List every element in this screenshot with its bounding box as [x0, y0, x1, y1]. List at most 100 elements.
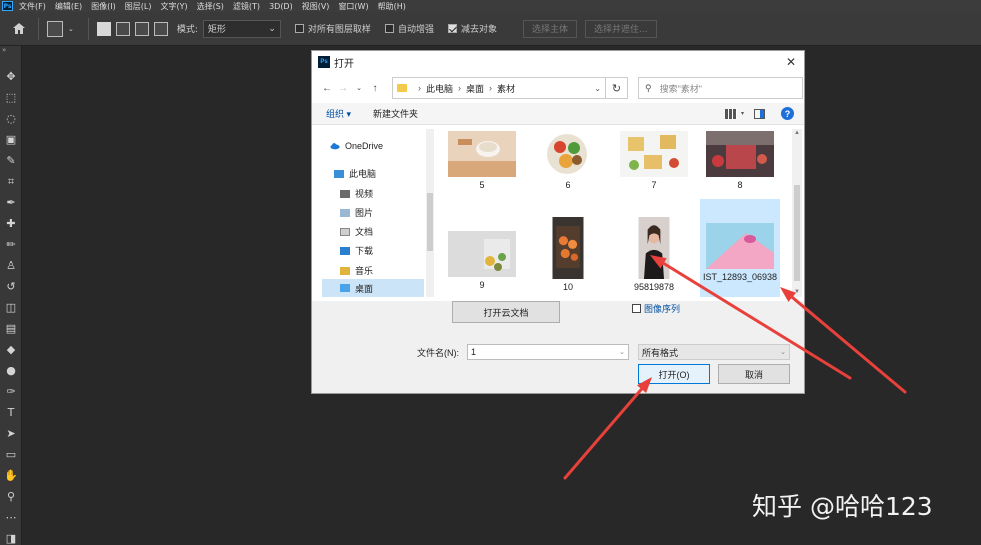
- file-tile-5[interactable]: 5: [442, 129, 522, 207]
- nav-downloads[interactable]: 下载: [340, 244, 373, 257]
- breadcrumb-material[interactable]: 素材: [497, 82, 515, 95]
- subtract-selection-icon[interactable]: [134, 21, 149, 36]
- open-cloud-document-button[interactable]: 打开云文档: [452, 301, 560, 323]
- scroll-thumb[interactable]: [427, 193, 433, 251]
- search-input[interactable]: ⚲ 搜索"素材": [638, 77, 803, 99]
- menu-filter[interactable]: 滤镜(T): [233, 1, 260, 12]
- file-tile-7[interactable]: 7: [614, 129, 694, 207]
- breadcrumb-desktop[interactable]: 桌面: [466, 82, 484, 95]
- menu-view[interactable]: 视图(V): [302, 1, 330, 12]
- home-icon[interactable]: [8, 18, 30, 40]
- chevron-down-icon[interactable]: ⌄: [68, 25, 74, 33]
- nav-this-pc[interactable]: 此电脑: [334, 167, 376, 180]
- file-tile-ist-12893-06938[interactable]: IST_12893_06938: [700, 199, 780, 297]
- menu-help[interactable]: 帮助(H): [378, 1, 406, 12]
- toolbar-collapse-icon[interactable]: »: [2, 46, 6, 54]
- color-swatches-icon[interactable]: ◨: [3, 530, 19, 545]
- menu-type[interactable]: 文字(Y): [160, 1, 187, 12]
- quick-selection-tool-icon[interactable]: ✎: [3, 152, 19, 168]
- new-selection-icon[interactable]: [96, 21, 111, 36]
- blur-tool-glyph: ◆: [6, 342, 16, 356]
- image-sequence-checkbox[interactable]: [632, 304, 641, 313]
- menu-image[interactable]: 图像(I): [91, 1, 116, 12]
- file-tile-9[interactable]: 9: [442, 215, 522, 293]
- up-arrow-icon[interactable]: ↑: [368, 83, 382, 94]
- file-tile-95819878[interactable]: 95819878: [614, 215, 694, 293]
- marquee-tool-icon[interactable]: ⬚: [3, 89, 19, 105]
- path-selection-tool-glyph: ➤: [6, 426, 16, 440]
- path-selection-tool-icon[interactable]: ➤: [3, 425, 19, 441]
- close-icon[interactable]: ✕: [786, 55, 796, 69]
- add-selection-icon[interactable]: [115, 21, 130, 36]
- hand-tool-icon[interactable]: ✋: [3, 467, 19, 483]
- organize-menu[interactable]: 组织 ▾: [326, 107, 351, 120]
- menu-edit[interactable]: 编辑(E): [55, 1, 82, 12]
- eyedropper-tool-icon[interactable]: ✒: [3, 194, 19, 210]
- dodge-tool-icon[interactable]: ●: [3, 362, 19, 378]
- breadcrumb-this-pc[interactable]: 此电脑: [426, 82, 453, 95]
- lasso-tool-icon[interactable]: ◌: [3, 110, 19, 126]
- menu-file[interactable]: 文件(F): [19, 1, 46, 12]
- clone-stamp-tool-icon[interactable]: ♙: [3, 257, 19, 273]
- file-tile-6[interactable]: 6: [528, 129, 608, 207]
- brush-tool-icon[interactable]: ✏: [3, 236, 19, 252]
- refresh-icon[interactable]: ↻: [606, 77, 628, 99]
- nav-documents[interactable]: 文档: [340, 225, 373, 238]
- type-tool-icon[interactable]: T: [3, 404, 19, 420]
- address-bar[interactable]: › 此电脑 › 桌面 › 素材 ⌄: [392, 77, 606, 99]
- mode-select[interactable]: 矩形 ⌄: [202, 19, 281, 38]
- history-brush-tool-icon[interactable]: ↺: [3, 278, 19, 294]
- nav-pictures[interactable]: 图片: [340, 206, 373, 219]
- file-list-scrollbar[interactable]: ▲ ▼: [792, 129, 802, 297]
- image-sequence-option[interactable]: 图像序列: [632, 302, 680, 315]
- scroll-up-icon[interactable]: ▲: [794, 130, 800, 136]
- chevron-down-icon[interactable]: ⌄: [594, 84, 601, 93]
- back-arrow-icon[interactable]: ←: [320, 83, 334, 94]
- view-options-icon[interactable]: [724, 108, 737, 119]
- new-folder-button[interactable]: 新建文件夹: [373, 107, 418, 120]
- healing-brush-tool-icon[interactable]: ✚: [3, 215, 19, 231]
- zoom-tool-icon[interactable]: ⚲: [3, 488, 19, 504]
- file-tile-10[interactable]: 10: [528, 215, 608, 293]
- nav-desktop[interactable]: 桌面: [322, 279, 424, 297]
- zoom-tool-glyph: ⚲: [6, 489, 16, 503]
- menu-3d[interactable]: 3D(D): [269, 2, 293, 11]
- file-type-select[interactable]: 所有格式 ⌄: [638, 344, 790, 360]
- forward-arrow-icon[interactable]: →: [336, 83, 350, 94]
- move-tool-icon[interactable]: ✥: [3, 68, 19, 84]
- crop-tool-icon[interactable]: ⌗: [3, 173, 19, 189]
- sample-all-layers-checkbox[interactable]: [294, 24, 304, 33]
- scroll-thumb[interactable]: [794, 185, 800, 281]
- filename-field[interactable]: 1 ⌄: [467, 344, 629, 360]
- select-and-mask-button[interactable]: 选择并遮住...: [584, 19, 657, 38]
- gradient-tool-icon[interactable]: ▤: [3, 320, 19, 336]
- scroll-down-icon[interactable]: ▼: [794, 289, 800, 295]
- more-tools-icon[interactable]: ⋯: [3, 509, 19, 525]
- menu-select[interactable]: 选择(S): [197, 1, 224, 12]
- subtract-object-checkbox[interactable]: [447, 24, 457, 33]
- intersect-selection-icon[interactable]: [153, 21, 168, 36]
- select-subject-button[interactable]: 选择主体: [522, 19, 577, 38]
- pen-tool-icon[interactable]: ✑: [3, 383, 19, 399]
- rectangle-tool-icon[interactable]: ▭: [3, 446, 19, 462]
- object-selection-tool-icon[interactable]: ▣: [3, 131, 19, 147]
- menu-window[interactable]: 窗口(W): [338, 1, 368, 12]
- file-tile-8[interactable]: 8: [700, 129, 780, 207]
- tool-preset-icon[interactable]: [47, 20, 63, 37]
- help-icon[interactable]: ?: [781, 107, 794, 120]
- nav-music[interactable]: 音乐: [340, 264, 373, 277]
- menu-layer[interactable]: 图层(L): [125, 1, 152, 12]
- blur-tool-icon[interactable]: ◆: [3, 341, 19, 357]
- navigation-scrollbar[interactable]: [426, 129, 434, 297]
- chevron-down-icon[interactable]: ▾: [741, 110, 744, 117]
- chevron-down-icon[interactable]: ⌄: [352, 84, 366, 92]
- open-button[interactable]: 打开(O): [638, 364, 710, 384]
- chevron-down-icon[interactable]: ⌄: [619, 348, 625, 356]
- cancel-button[interactable]: 取消: [718, 364, 790, 384]
- video-folder-icon: [340, 189, 350, 198]
- nav-videos[interactable]: 视频: [340, 187, 373, 200]
- eraser-tool-icon[interactable]: ◫: [3, 299, 19, 315]
- nav-onedrive[interactable]: OneDrive: [330, 141, 383, 151]
- preview-pane-icon[interactable]: [754, 108, 765, 119]
- auto-enhance-checkbox[interactable]: [384, 24, 394, 33]
